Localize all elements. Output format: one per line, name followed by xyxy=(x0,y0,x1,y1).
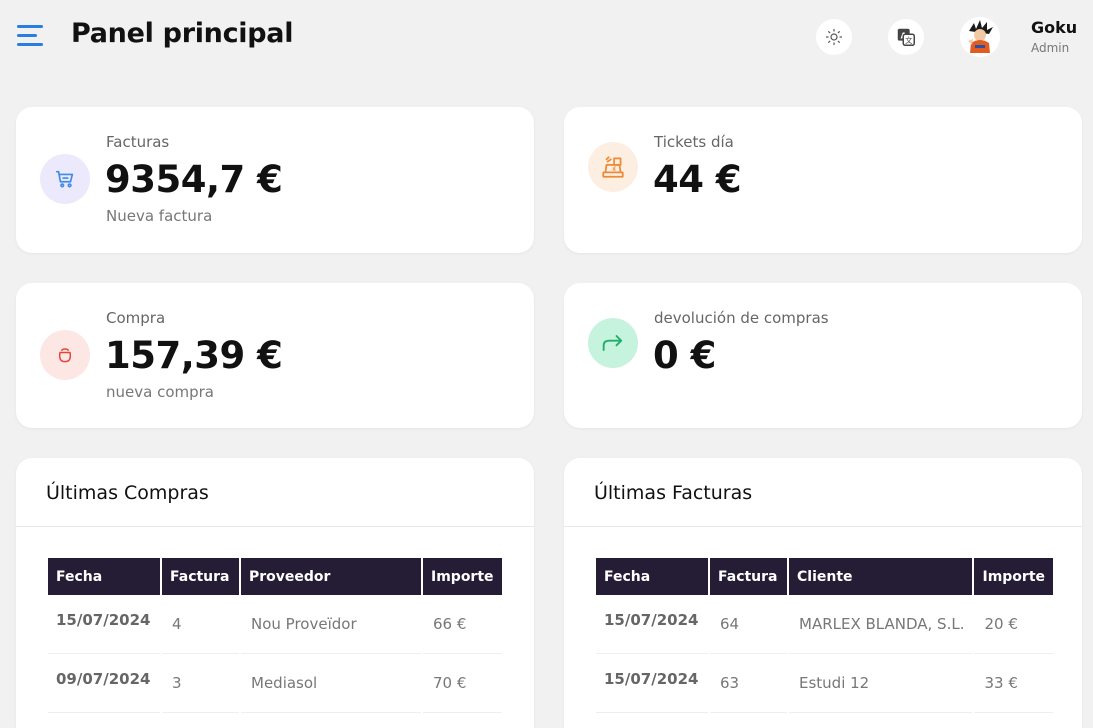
table-header-row: Fecha Factura Proveedor Importe xyxy=(48,558,502,595)
stat-value: 9354,7 € xyxy=(105,158,283,201)
cell-fecha: 15/07/2024 xyxy=(48,595,160,654)
cell-cliente: Estudi 12 xyxy=(789,654,973,713)
column-header-factura[interactable]: Factura xyxy=(710,558,787,595)
new-purchase-link[interactable]: nueva compra xyxy=(106,383,214,401)
cell-factura: 3 xyxy=(162,654,239,713)
cell-importe: 70 € xyxy=(423,654,502,713)
cell-importe: 66 € xyxy=(423,595,502,654)
stat-icon-wrap xyxy=(40,154,90,204)
column-header-importe[interactable]: Importe xyxy=(974,558,1054,595)
divider xyxy=(564,526,1082,527)
purchases-table: Fecha Factura Proveedor Importe 15/07/20… xyxy=(46,558,504,713)
theme-toggle-button[interactable] xyxy=(816,19,852,55)
share-arrow-icon xyxy=(602,335,623,351)
cell-factura: 64 xyxy=(710,595,787,654)
top-bar: Panel principal A 文 Goku Admin xyxy=(0,0,1093,76)
column-header-proveedor[interactable]: Proveedor xyxy=(241,558,421,595)
stat-card-tickets[interactable]: £ Tickets día 44 € xyxy=(564,107,1082,253)
stat-icon-wrap: £ xyxy=(588,142,638,192)
stat-value: 44 € xyxy=(653,158,742,201)
cash-register-icon: £ xyxy=(602,156,624,178)
page-title: Panel principal xyxy=(71,18,294,49)
new-invoice-link[interactable]: Nueva factura xyxy=(106,207,212,225)
stat-icon-wrap xyxy=(40,330,90,380)
svg-text:£: £ xyxy=(612,167,616,173)
svg-text:文: 文 xyxy=(905,36,913,45)
cart-icon xyxy=(55,170,74,188)
cell-cliente: MARLEX BLANDA, S.L. xyxy=(789,595,973,654)
column-header-fecha[interactable]: Fecha xyxy=(596,558,708,595)
divider xyxy=(16,526,534,527)
avatar[interactable] xyxy=(960,17,1000,57)
bag-icon xyxy=(58,348,72,363)
cell-factura: 4 xyxy=(162,595,239,654)
cell-importe: 20 € xyxy=(974,595,1054,654)
latest-invoices-card: Últimas Facturas Fecha Factura Cliente I… xyxy=(564,458,1082,728)
table-row[interactable]: 15/07/2024 63 Estudi 12 33 € xyxy=(596,654,1054,713)
cell-fecha: 09/07/2024 xyxy=(48,654,160,713)
table-header-row: Fecha Factura Cliente Importe xyxy=(596,558,1054,595)
stat-icon-wrap xyxy=(588,318,638,368)
translate-icon: A 文 xyxy=(897,28,915,46)
stat-label: devolución de compras xyxy=(654,309,829,327)
cell-proveedor: Nou Proveïdor xyxy=(241,595,421,654)
column-header-fecha[interactable]: Fecha xyxy=(48,558,160,595)
user-avatar-icon xyxy=(960,17,1000,57)
stat-label: Compra xyxy=(106,309,166,327)
cell-importe: 33 € xyxy=(974,654,1054,713)
stat-label: Facturas xyxy=(106,133,170,151)
stat-value: 157,39 € xyxy=(105,334,283,377)
cell-proveedor: Mediasol xyxy=(241,654,421,713)
hamburger-menu-icon[interactable] xyxy=(17,25,43,47)
table-row[interactable]: 15/07/2024 64 MARLEX BLANDA, S.L. 20 € xyxy=(596,595,1054,654)
column-header-cliente[interactable]: Cliente xyxy=(789,558,973,595)
table-row[interactable]: 15/07/2024 4 Nou Proveïdor 66 € xyxy=(48,595,502,654)
invoices-table: Fecha Factura Cliente Importe 15/07/2024… xyxy=(594,558,1055,713)
latest-purchases-title: Últimas Compras xyxy=(46,482,209,504)
latest-invoices-title: Últimas Facturas xyxy=(594,482,753,504)
table-row[interactable]: 09/07/2024 3 Mediasol 70 € xyxy=(48,654,502,713)
latest-purchases-card: Últimas Compras Fecha Factura Proveedor … xyxy=(16,458,534,728)
stat-card-devolucion[interactable]: devolución de compras 0 € xyxy=(564,283,1082,428)
cell-fecha: 15/07/2024 xyxy=(596,595,708,654)
language-button[interactable]: A 文 xyxy=(888,19,924,55)
stat-value: 0 € xyxy=(653,334,716,377)
column-header-importe[interactable]: Importe xyxy=(423,558,502,595)
stat-label: Tickets día xyxy=(654,133,734,151)
user-role: Admin xyxy=(1031,41,1070,55)
stat-card-facturas[interactable]: Facturas 9354,7 € Nueva factura xyxy=(16,107,534,253)
sun-icon xyxy=(825,28,843,46)
column-header-factura[interactable]: Factura xyxy=(162,558,239,595)
cell-fecha: 15/07/2024 xyxy=(596,654,708,713)
cell-factura: 63 xyxy=(710,654,787,713)
user-name: Goku xyxy=(1031,18,1078,37)
stat-card-compra[interactable]: Compra 157,39 € nueva compra xyxy=(16,283,534,428)
